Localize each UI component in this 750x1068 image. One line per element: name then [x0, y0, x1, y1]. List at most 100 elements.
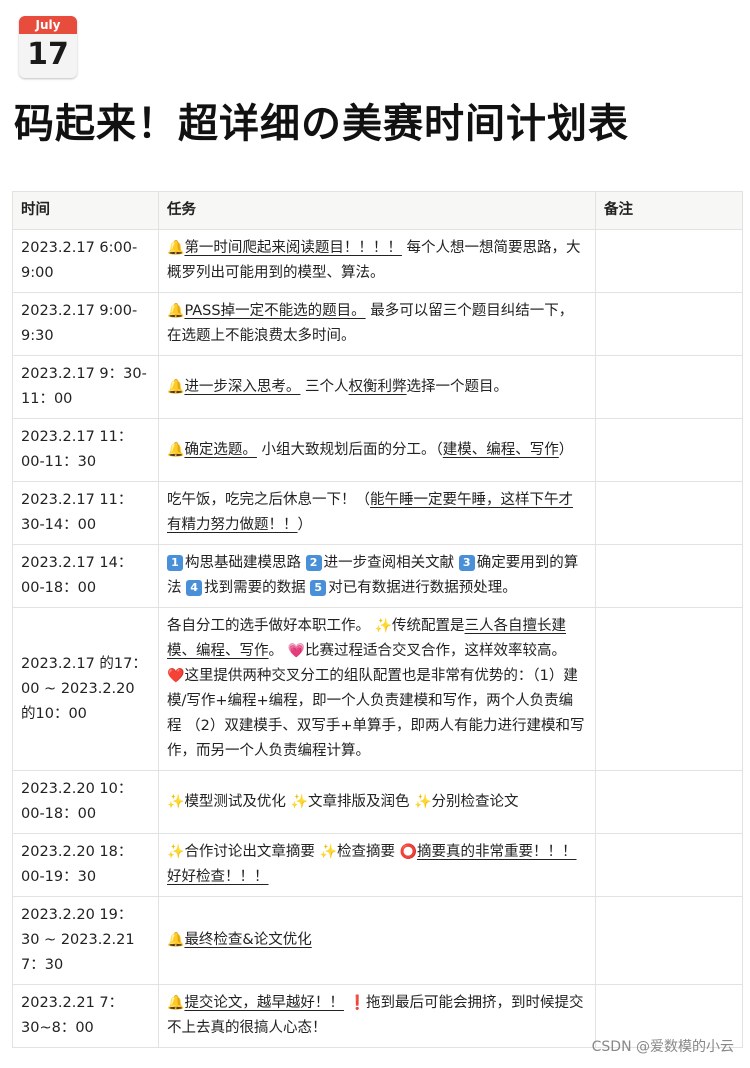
- table-row: 2023.2.17 9：30-11：00 🔔进一步深入思考。 三个人权衡利弊选择一…: [12, 355, 743, 419]
- time-cell: 2023.2.17 11：30-14：00: [12, 481, 159, 545]
- emphasis-text: 建模、编程、写作: [442, 441, 559, 458]
- emoji-icon: 🔔: [167, 303, 185, 319]
- note-cell: [595, 481, 743, 545]
- column-header-task: 任务: [158, 191, 596, 230]
- emphasis-text: 第一时间爬起来阅读题目！！！！: [184, 240, 402, 256]
- note-cell: [595, 418, 743, 482]
- emoji-icon: 💗: [287, 643, 306, 659]
- emoji-icon: ✨: [167, 844, 185, 860]
- task-text: 对已有数据进行数据预处理。: [328, 580, 517, 596]
- task-text: 模型测试及优化: [184, 793, 291, 810]
- table-row: 2023.2.17 的17：00 ~ 2023.2.20 的10：00 各自分工的…: [12, 607, 743, 771]
- task-text: 吃午饭，吃完之后休息一下！（: [167, 492, 370, 508]
- number-badge-icon: 1: [167, 555, 183, 571]
- calendar-month: July: [19, 16, 77, 34]
- calendar-day: 17: [27, 37, 69, 72]
- number-badge-icon: 2: [305, 555, 322, 571]
- task-cell: 🔔确定选题。 小组大致规划后面的分工。（建模、编程、写作）: [158, 418, 596, 482]
- number-badge-icon: 5: [310, 580, 327, 596]
- time-cell: 2023.2.20 18：00-19：30: [12, 833, 159, 897]
- emphasis-text: 权衡利弊: [348, 378, 407, 395]
- note-cell: [595, 770, 743, 834]
- emoji-icon: 🔔: [167, 240, 185, 256]
- note-cell: [595, 896, 743, 985]
- note-cell: [595, 292, 743, 356]
- table-row: 2023.2.17 11：00-11：30 🔔确定选题。 小组大致规划后面的分工。…: [12, 418, 743, 482]
- time-cell: 2023.2.17 6:00-9:00: [12, 229, 159, 293]
- emoji-icon: 🔔: [167, 932, 185, 948]
- emoji-icon: ✨: [290, 793, 308, 810]
- emoji-icon: ❗: [348, 995, 366, 1011]
- note-cell: [595, 833, 743, 897]
- task-cell: 吃午饭，吃完之后休息一下！（能午睡一定要午睡，这样下午才有精力努力做题！！）: [158, 481, 596, 545]
- time-cell: 2023.2.17 的17：00 ~ 2023.2.20 的10：00: [12, 607, 159, 771]
- table-row: 2023.2.20 19：30 ~ 2023.2.21 7：30 🔔最终检查&论文…: [12, 896, 743, 985]
- table-row: 2023.2.17 6:00-9:00 🔔第一时间爬起来阅读题目！！！！ 每个人想…: [12, 229, 743, 293]
- time-cell: 2023.2.20 10：00-18：00: [12, 770, 159, 834]
- emoji-icon: ✨: [319, 844, 337, 860]
- table-row: 2023.2.20 18：00-19：30 ✨合作讨论出文章摘要 ✨检查摘要 ⭕摘…: [12, 833, 743, 897]
- calendar-icon: July 17: [19, 16, 77, 78]
- emoji-icon: ✨: [414, 793, 432, 810]
- number-badge-icon: 3: [458, 555, 475, 571]
- table-row: 2023.2.17 14：00-18：00 1 构思基础建模思路 2 进一步查阅相关文…: [12, 544, 743, 608]
- page-title: 码起来！超详细の美赛时间计划表: [14, 101, 629, 147]
- emphasis-text: PASS掉一定不能选的题目。: [184, 303, 366, 319]
- watermark: CSDN @爱数模的小云: [591, 1039, 734, 1055]
- time-cell: 2023.2.17 9:00-9:30: [12, 292, 159, 356]
- task-cell: 1 构思基础建模思路 2 进一步查阅相关文献 3 确定要用到的算法 4 找到需要的数据 …: [158, 544, 596, 608]
- emoji-icon: ⭕: [399, 844, 418, 860]
- task-text: ）: [297, 517, 313, 533]
- emoji-icon: 🔔: [167, 441, 185, 458]
- task-text: 。: [268, 643, 288, 659]
- task-cell: 🔔PASS掉一定不能选的题目。 最多可以留三个题目纠结一下，在选题上不能浪费太多…: [158, 292, 596, 356]
- task-text: ）: [558, 441, 574, 458]
- emoji-icon: 🔔: [167, 378, 185, 395]
- task-cell: ✨合作讨论出文章摘要 ✨检查摘要 ⭕摘要真的非常重要！！！好好检查！！！: [158, 833, 596, 897]
- emoji-icon: ❤️: [167, 668, 185, 684]
- table-row: 2023.2.20 10：00-18：00 ✨模型测试及优化 ✨文章排版及润色 ✨…: [12, 770, 743, 834]
- task-text: 这里提供两种交叉分工的组队配置也是非常有优势的：（1）建模/写作+编程+编程，即…: [167, 668, 585, 759]
- emphasis-text: 提交论文，越早越好！！: [184, 995, 344, 1011]
- task-cell: 🔔进一步深入思考。 三个人权衡利弊选择一个题目。: [158, 355, 596, 419]
- task-text: 选择一个题目。: [406, 378, 509, 395]
- number-badge-icon: 4: [186, 580, 203, 596]
- table-row: 2023.2.17 9:00-9:30 🔔PASS掉一定不能选的题目。 最多可以留…: [12, 292, 743, 356]
- time-cell: 2023.2.17 9：30-11：00: [12, 355, 159, 419]
- time-cell: 2023.2.17 11：00-11：30: [12, 418, 159, 482]
- task-cell: 各自分工的选手做好本职工作。 ✨传统配置是三人各自擅长建模、编程、写作。 💗比赛…: [158, 607, 596, 771]
- task-text: 文章排版及润色: [307, 793, 415, 810]
- task-text: 分别检查论文: [431, 793, 519, 810]
- emphasis-text: 确定选题。: [184, 441, 257, 458]
- emphasis-text: 进一步深入思考。: [184, 378, 301, 395]
- table-header-row: 时间 任务 备注: [12, 191, 743, 230]
- task-cell: 🔔提交论文，越早越好！！ ❗拖到最后可能会拥挤，到时候提交不上去真的很搞人心态！: [158, 984, 596, 1048]
- task-cell: ✨模型测试及优化 ✨文章排版及润色 ✨分别检查论文: [158, 770, 596, 834]
- time-cell: 2023.2.20 19：30 ~ 2023.2.21 7：30: [12, 896, 159, 985]
- note-cell: [595, 229, 743, 293]
- column-header-note: 备注: [595, 191, 743, 230]
- task-text: 合作讨论出文章摘要: [184, 844, 320, 860]
- emoji-icon: ✨: [167, 793, 185, 810]
- time-cell: 2023.2.17 14：00-18：00: [12, 544, 159, 608]
- task-text: 检查摘要: [336, 844, 400, 860]
- table-row: 2023.2.17 11：30-14：00 吃午饭，吃完之后休息一下！（能午睡一定…: [12, 481, 743, 545]
- table-body: 2023.2.17 6:00-9:00 🔔第一时间爬起来阅读题目！！！！ 每个人想…: [12, 229, 743, 1048]
- emphasis-text: 最终检查&论文优化: [184, 932, 312, 948]
- column-header-time: 时间: [12, 191, 159, 230]
- task-cell: 🔔最终检查&论文优化: [158, 896, 596, 985]
- emoji-icon: 🔔: [167, 995, 185, 1011]
- schedule-table: 时间 任务 备注 2023.2.17 6:00-9:00 🔔第一时间爬起来阅读题目…: [12, 191, 743, 1048]
- task-text: 构思基础建模思路: [185, 555, 306, 571]
- note-cell: [595, 355, 743, 419]
- task-text: 传统配置是: [392, 618, 465, 634]
- task-text: 进一步查阅相关文献: [323, 555, 459, 571]
- note-cell: [595, 544, 743, 608]
- task-text: 找到需要的数据: [204, 580, 311, 596]
- task-text: 三个人: [300, 378, 349, 395]
- task-text: 小组大致规划后面的分工。（: [256, 441, 443, 458]
- task-cell: 🔔第一时间爬起来阅读题目！！！！ 每个人想一想简要思路，大概罗列出可能用到的模型…: [158, 229, 596, 293]
- emoji-icon: ✨: [374, 618, 393, 634]
- task-text: 各自分工的选手做好本职工作。: [167, 618, 375, 634]
- task-text: 比赛过程适合交叉合作，这样效率较高。: [305, 643, 567, 659]
